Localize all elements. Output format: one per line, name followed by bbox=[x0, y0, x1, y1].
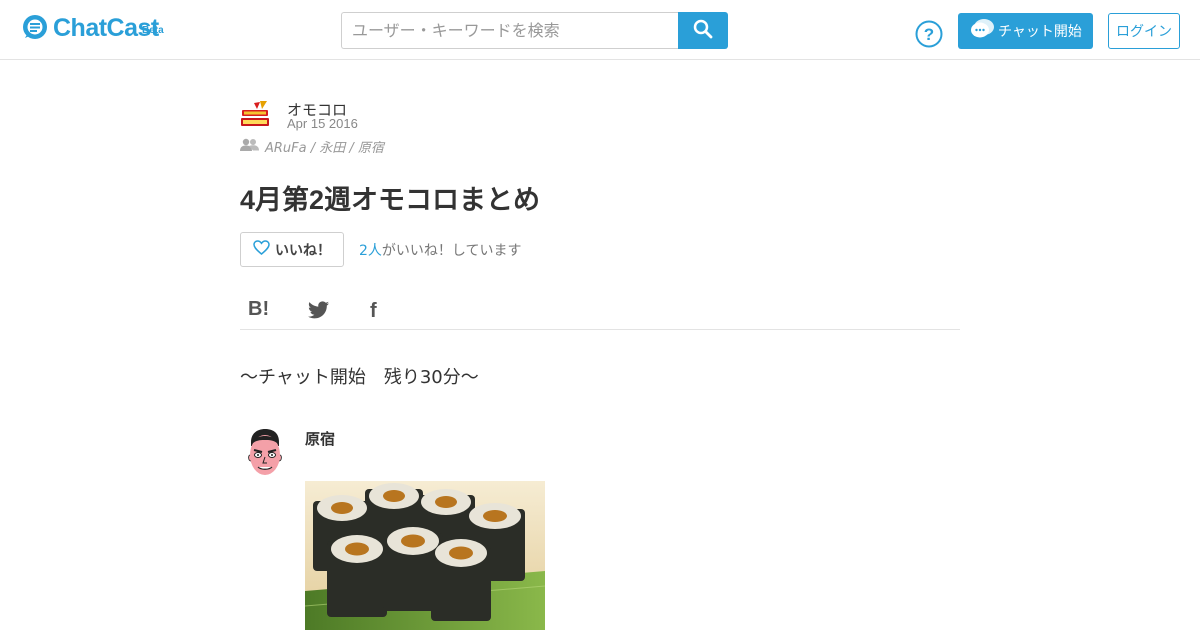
article-main: オモコロ Apr 15 2016 ARuFa / 永田 / 原宿 4月第2週オモ… bbox=[240, 60, 960, 630]
like-count[interactable]: 2人 bbox=[359, 243, 382, 259]
hatena-bookmark-button[interactable]: B! bbox=[248, 298, 269, 321]
start-chat-button[interactable]: チャット開始 bbox=[958, 13, 1093, 49]
help-button[interactable]: ? bbox=[915, 20, 943, 48]
question-circle-icon: ? bbox=[915, 20, 943, 52]
like-button-label: いいね！ bbox=[275, 242, 331, 259]
facebook-share-button[interactable]: f bbox=[370, 300, 377, 323]
like-summary: 2人がいいね！しています bbox=[359, 240, 522, 260]
search-input[interactable] bbox=[341, 12, 678, 49]
start-chat-label: チャット開始 bbox=[998, 24, 1082, 40]
sushi-roll-photo[interactable] bbox=[305, 481, 545, 630]
svg-text:?: ? bbox=[924, 25, 934, 44]
search-icon bbox=[693, 19, 713, 42]
message-speaker-name[interactable]: 原宿 bbox=[305, 428, 335, 449]
twitter-share-button[interactable] bbox=[308, 301, 329, 323]
chat-bubble-icon bbox=[970, 17, 996, 45]
like-suffix: がいいね！しています bbox=[381, 243, 522, 259]
site-header: ChatCast Beta ? bbox=[0, 0, 1200, 60]
beta-badge: Beta bbox=[142, 25, 164, 36]
chat-logo-icon bbox=[20, 14, 50, 42]
post-date: Apr 15 2016 bbox=[287, 116, 358, 131]
users-icon bbox=[240, 137, 259, 156]
caricature-avatar[interactable] bbox=[245, 428, 285, 480]
article-title: 4月第2週オモコロまとめ bbox=[240, 185, 541, 215]
like-button[interactable]: いいね！ bbox=[240, 232, 344, 267]
members-list: ARuFa / 永田 / 原宿 bbox=[265, 141, 384, 156]
search-button[interactable] bbox=[678, 12, 728, 49]
share-bar: B! f bbox=[240, 298, 960, 330]
twitter-icon bbox=[308, 301, 329, 323]
chatcast-logo[interactable]: ChatCast bbox=[20, 14, 159, 42]
heart-outline-icon bbox=[253, 240, 270, 259]
members-row: ARuFa / 永田 / 原宿 bbox=[240, 137, 384, 156]
search-bar bbox=[341, 12, 728, 49]
login-button[interactable]: ログイン bbox=[1108, 13, 1180, 49]
chat-system-message: ～チャット開始 残り30分～ bbox=[240, 367, 479, 388]
author-avatar[interactable] bbox=[240, 99, 270, 129]
